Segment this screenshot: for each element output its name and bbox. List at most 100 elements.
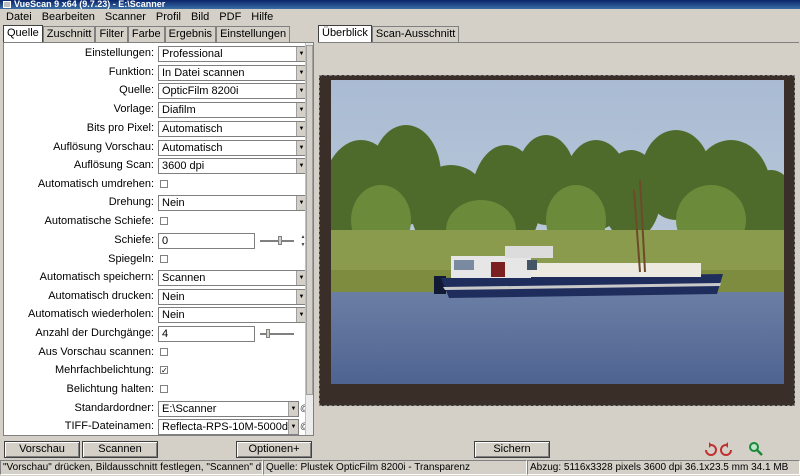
menu-datei[interactable]: Datei xyxy=(2,11,38,23)
rotate-left-icon[interactable] xyxy=(703,441,719,457)
magnifier-icon[interactable] xyxy=(748,441,764,457)
aufl-scan-select[interactable]: 3600 dpi ▼ xyxy=(158,158,307,174)
scannen-button[interactable]: Scannen xyxy=(82,441,158,458)
row-einstellungen: Einstellungen: Professional ▼ xyxy=(4,46,307,63)
auto-wiederholen-select[interactable]: Nein ▼ xyxy=(158,307,307,323)
label-auto-schiefe: Automatische Schiefe: xyxy=(44,215,154,227)
vorschau-button[interactable]: Vorschau xyxy=(4,441,80,458)
preview-frame[interactable] xyxy=(319,75,795,406)
rotate-right-icon[interactable] xyxy=(718,441,734,457)
row-auto-schiefe: Automatische Schiefe: xyxy=(4,214,304,231)
row-drehung: Drehung: Nein ▼ xyxy=(4,195,307,212)
label-aus-vorschau: Aus Vorschau scannen: xyxy=(38,346,154,358)
label-drehung: Drehung: xyxy=(108,196,154,208)
auto-drucken-select[interactable]: Nein ▼ xyxy=(158,289,307,305)
label-bits: Bits pro Pixel: xyxy=(86,122,154,134)
row-quelle: Quelle: OpticFilm 8200i ▼ xyxy=(4,83,307,100)
standardordner-value: E:\Scanner xyxy=(162,403,217,415)
vorlage-value: Diafilm xyxy=(162,104,196,116)
menu-bild[interactable]: Bild xyxy=(187,11,215,23)
aufl-scan-value: 3600 dpi xyxy=(162,160,205,172)
row-vorlage: Vorlage: Diafilm ▼ xyxy=(4,102,307,119)
bits-value: Automatisch xyxy=(162,123,223,135)
label-auto-umdrehen: Automatisch umdrehen: xyxy=(37,178,154,190)
label-einstellungen: Einstellungen: xyxy=(84,47,154,59)
row-belichtung-halten: Belichtung halten: xyxy=(4,382,304,399)
tab-filter[interactable]: Filter xyxy=(95,26,128,42)
label-schiefe: Schiefe: xyxy=(114,234,154,246)
belichtung-halten-checkbox[interactable] xyxy=(160,385,168,393)
quelle-select[interactable]: OpticFilm 8200i ▼ xyxy=(158,83,307,99)
drehung-value: Nein xyxy=(162,197,185,209)
einstellungen-select[interactable]: Professional ▼ xyxy=(158,46,307,62)
sichern-button[interactable]: Sichern xyxy=(474,441,550,458)
auto-umdrehen-checkbox[interactable] xyxy=(160,180,168,188)
tab-einstellungen[interactable]: Einstellungen xyxy=(216,26,291,42)
preview-image[interactable] xyxy=(331,80,784,384)
durchgaenge-slider[interactable] xyxy=(260,329,294,338)
standardordner-select[interactable]: E:\Scanner ▼ xyxy=(158,401,299,417)
tiff-dateinamen-value: Reflecta-RPS-10M-5000dpi-D xyxy=(162,421,299,433)
label-durchgaenge: Anzahl der Durchgänge: xyxy=(35,327,154,339)
tab-quelle[interactable]: Quelle xyxy=(3,25,43,42)
tab-zuschnitt[interactable]: Zuschnitt xyxy=(42,26,96,42)
title-bar: VueScan 9 x64 (9.7.23) - E:\Scanner xyxy=(0,0,800,9)
auto-drucken-value: Nein xyxy=(162,291,185,303)
label-auto-drucken: Automatisch drucken: xyxy=(48,290,154,302)
bits-select[interactable]: Automatisch ▼ xyxy=(158,121,307,137)
durchgaenge-input[interactable]: 4 xyxy=(158,326,255,342)
tab-farbe[interactable]: Farbe xyxy=(127,26,165,42)
menu-pdf[interactable]: PDF xyxy=(215,11,247,23)
quelle-value: OpticFilm 8200i xyxy=(162,85,239,97)
menu-hilfe[interactable]: Hilfe xyxy=(247,11,279,23)
funktion-select[interactable]: In Datei scannen ▼ xyxy=(158,65,307,81)
tiff-dateinamen-select[interactable]: Reflecta-RPS-10M-5000dpi-D ▼ xyxy=(158,419,299,435)
mehrfachbelichtung-checkbox[interactable]: ✓ xyxy=(160,366,168,375)
menu-profil[interactable]: Profil xyxy=(152,11,187,23)
boat-photo xyxy=(331,80,784,384)
label-funktion: Funktion: xyxy=(108,66,154,78)
row-auto-wiederholen: Automatisch wiederholen: Nein ▼ xyxy=(4,307,307,324)
settings-scrollbar[interactable] xyxy=(305,43,313,435)
scrollbar-thumb[interactable] xyxy=(306,45,313,395)
slider-thumb[interactable] xyxy=(266,329,270,338)
slider-thumb[interactable] xyxy=(278,236,282,245)
auto-wiederholen-value: Nein xyxy=(162,309,185,321)
status-hint: "Vorschau" drücken, Bildausschnitt festl… xyxy=(0,460,263,475)
left-tab-strip: Quelle Zuschnitt Filter Farbe Ergebnis E… xyxy=(3,25,291,42)
status-scan-info: Abzug: 5116x3328 pixels 3600 dpi 36.1x23… xyxy=(527,460,800,475)
row-auto-drucken: Automatisch drucken: Nein ▼ xyxy=(4,289,307,306)
tab-scan-ausschnitt[interactable]: Scan-Ausschnitt xyxy=(371,26,460,42)
menu-bearbeiten[interactable]: Bearbeiten xyxy=(38,11,101,23)
auto-speichern-select[interactable]: Scannen ▼ xyxy=(158,270,307,286)
row-standardordner: Standardordner: E:\Scanner▼ @ xyxy=(4,401,309,418)
spiegeln-checkbox[interactable] xyxy=(160,255,168,263)
row-auto-umdrehen: Automatisch umdrehen: xyxy=(4,177,304,194)
auto-schiefe-checkbox[interactable] xyxy=(160,217,168,225)
tab-ergebnis[interactable]: Ergebnis xyxy=(164,26,217,42)
button-bar: Vorschau Scannen Optionen+ Sichern xyxy=(0,441,800,459)
menu-scanner[interactable]: Scanner xyxy=(101,11,152,23)
status-bar: "Vorschau" drücken, Bildausschnitt festl… xyxy=(0,460,800,476)
label-quelle: Quelle: xyxy=(119,84,154,96)
aufl-vorschau-value: Automatisch xyxy=(162,142,223,154)
row-bits: Bits pro Pixel: Automatisch ▼ xyxy=(4,121,307,138)
schiefe-input[interactable]: 0 xyxy=(158,233,255,249)
schiefe-slider[interactable] xyxy=(260,236,294,245)
aus-vorschau-checkbox[interactable] xyxy=(160,348,168,356)
aufl-vorschau-select[interactable]: Automatisch ▼ xyxy=(158,140,307,156)
status-source: Quelle: Plustek OpticFilm 8200i - Transp… xyxy=(263,460,527,475)
chevron-down-icon: ▼ xyxy=(288,402,298,416)
menu-bar: Datei Bearbeiten Scanner Profil Bild PDF… xyxy=(0,9,800,25)
row-mehrfachbelichtung: Mehrfachbelichtung: ✓ xyxy=(4,363,304,380)
right-tab-strip: Überblick Scan-Ausschnitt xyxy=(318,25,460,42)
optionen-button[interactable]: Optionen+ xyxy=(236,441,312,458)
row-schiefe: Schiefe: 0 ▲ ▼ xyxy=(4,233,305,250)
label-mehrfachbelichtung: Mehrfachbelichtung: xyxy=(54,364,154,376)
label-auto-speichern: Automatisch speichern: xyxy=(39,271,154,283)
tab-ueberblick[interactable]: Überblick xyxy=(318,25,372,42)
label-belichtung-halten: Belichtung halten: xyxy=(66,383,154,395)
vorlage-select[interactable]: Diafilm ▼ xyxy=(158,102,307,118)
chevron-down-icon: ▼ xyxy=(288,420,298,434)
drehung-select[interactable]: Nein ▼ xyxy=(158,195,307,211)
